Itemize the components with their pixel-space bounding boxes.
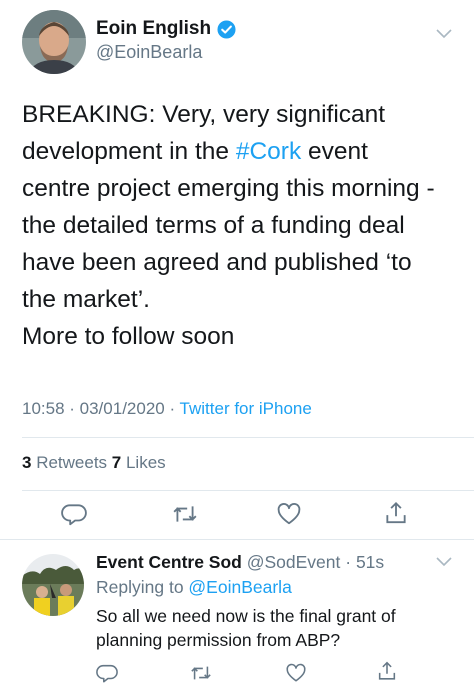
avatar[interactable] — [22, 10, 86, 74]
verified-badge-icon — [217, 19, 236, 39]
tweet-text-line: the market’. — [22, 286, 150, 313]
author-handle[interactable]: @EoinBearla — [96, 42, 202, 63]
reply-tweet[interactable]: Event Centre Sod @SodEvent · 51s Replyin… — [0, 540, 474, 694]
like-icon[interactable] — [276, 501, 302, 527]
replying-to: Replying to @EoinBearla — [96, 577, 292, 597]
reply-text-line: So all we need now is the final grant of — [96, 606, 396, 626]
hashtag-link[interactable]: #Cork — [236, 138, 301, 165]
mention-link[interactable]: @EoinBearla — [188, 577, 291, 597]
share-icon[interactable] — [376, 660, 398, 682]
likes-stat[interactable]: 7 Likes — [112, 453, 166, 472]
chevron-down-icon[interactable] — [436, 26, 452, 39]
author-name[interactable]: Eoin English — [96, 18, 236, 40]
timestamp: 10:58 · 03/01/2020 · — [22, 399, 180, 418]
divider — [22, 437, 474, 438]
engagement-stats: 3 Retweets 7 Likes — [22, 453, 166, 473]
chevron-down-icon[interactable] — [436, 554, 452, 567]
main-tweet: Eoin English @EoinBearla BREAKING: Very,… — [0, 0, 474, 540]
tweet-text-line: BREAKING: Very, very significant — [22, 101, 386, 128]
tweet-text: BREAKING: Very, very significant develop… — [22, 96, 462, 355]
source-link[interactable]: Twitter for iPhone — [180, 399, 312, 418]
tweet-text-line: the detailed terms of a funding deal — [22, 212, 405, 239]
reply-author[interactable]: Event Centre Sod @SodEvent · 51s — [96, 552, 384, 573]
tweet-text-line: have been agreed and published ‘to — [22, 249, 412, 276]
retweets-stat[interactable]: 3 Retweets — [22, 453, 112, 472]
retweet-icon[interactable] — [190, 662, 212, 684]
tweet-text-line: More to follow soon — [22, 323, 235, 350]
like-icon[interactable] — [285, 662, 307, 684]
reply-avatar[interactable] — [22, 554, 84, 616]
divider — [22, 490, 474, 491]
reply-icon[interactable] — [96, 662, 118, 684]
tweet-text-line: centre project emerging this morning - — [22, 175, 435, 202]
retweet-icon[interactable] — [172, 501, 198, 527]
reply-text-line: planning permission from ABP? — [96, 630, 341, 650]
tweet-text-line: development in the #Cork event — [22, 138, 368, 165]
reply-text: So all we need now is the final grant of… — [96, 604, 466, 652]
reply-icon[interactable] — [61, 501, 87, 527]
tweet-meta: 10:58 · 03/01/2020 · Twitter for iPhone — [22, 399, 312, 419]
share-icon[interactable] — [383, 500, 409, 526]
